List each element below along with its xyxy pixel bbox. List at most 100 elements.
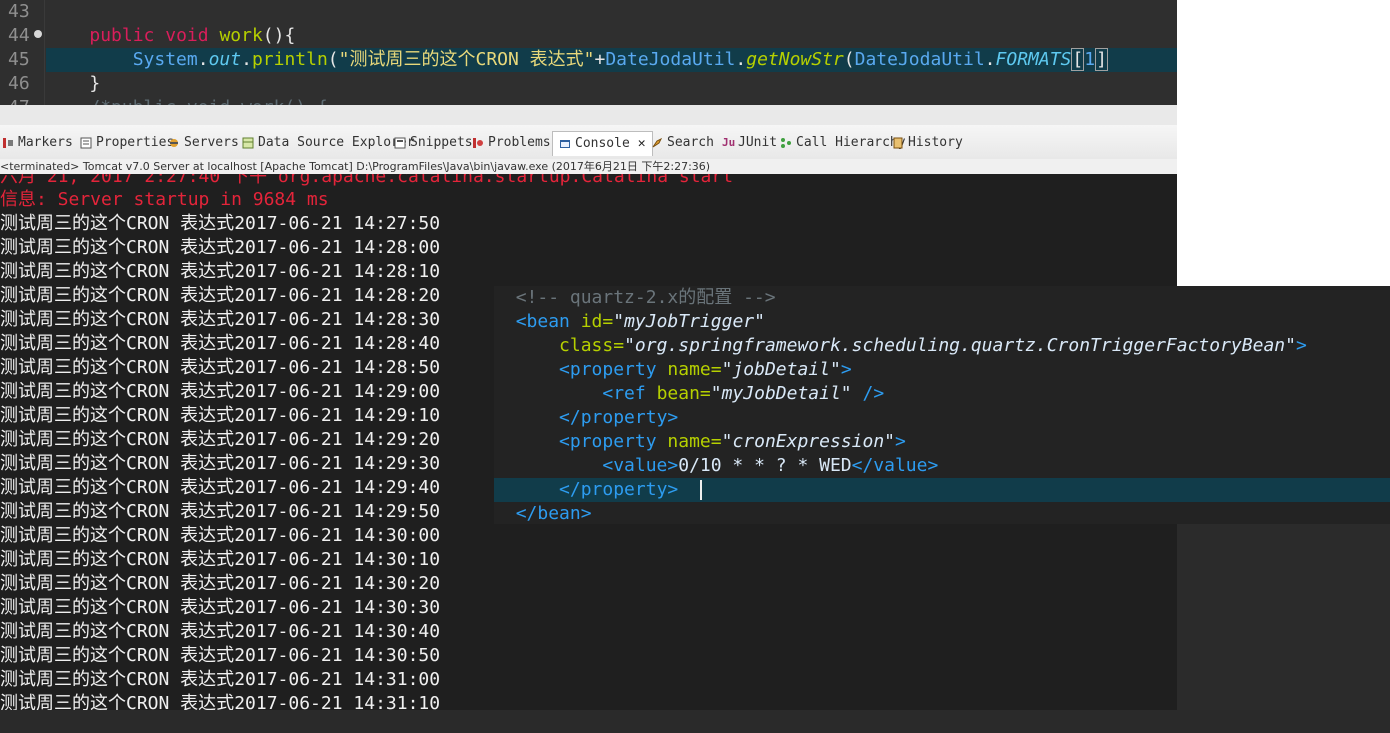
console-line-timestamp: 2017-06-21 14:30:20 — [234, 573, 441, 594]
code-line-47[interactable]: /*public void work() { — [46, 96, 1177, 105]
xml-tag: </property> — [559, 407, 679, 428]
console-line: 测试周三的这个CRON 表达式2017-06-21 14:28:40 — [0, 332, 440, 356]
code-editor[interactable]: 43 44 45 46 47 public void work(){ Syste… — [0, 0, 1177, 105]
tab-label: Markers — [18, 135, 73, 150]
console-line-timestamp: 2017-06-21 14:28:30 — [234, 309, 441, 330]
code-line-45[interactable]: System.out.println("测试周三的这个CRON 表达式"+Dat… — [46, 48, 1177, 72]
tab-servers[interactable]: Servers — [168, 133, 239, 153]
console-line-timestamp: 2017-06-21 14:29:20 — [234, 429, 441, 450]
xml-line: <bean id="myJobTrigger" — [494, 310, 1390, 334]
xml-line: <property name="jobDetail"> — [494, 358, 1390, 382]
console-line: 测试周三的这个CRON 表达式2017-06-21 14:29:20 — [0, 428, 440, 452]
xml-tag: </property> — [559, 479, 679, 500]
xml-tag: <ref — [602, 383, 646, 404]
view-tabs: Markers Properties Servers Data Source E… — [0, 125, 1177, 160]
cron-expression-value: 0/10 * * ? * WED — [678, 455, 852, 476]
console-line: 六月 21, 2017 2:27:40 下午 org.apache.catali… — [0, 174, 734, 187]
console-line: 测试周三的这个CRON 表达式2017-06-21 14:30:20 — [0, 572, 440, 596]
xml-attr-value: "org.springframework.scheduling.quartz.C… — [624, 335, 1296, 356]
tab-console[interactable]: Console ✕ — [552, 131, 653, 156]
console-line-timestamp: 2017-06-21 14:28:00 — [234, 237, 441, 258]
xml-attr: name= — [667, 431, 722, 452]
editor-bottom-bar — [0, 105, 1177, 125]
line-number: 44 — [8, 25, 30, 46]
console-line: 测试周三的这个CRON 表达式2017-06-21 14:28:10 — [0, 260, 440, 284]
servers-icon — [170, 139, 178, 147]
console-line-timestamp: 2017-06-21 14:28:50 — [234, 357, 441, 378]
code-line-46[interactable]: } — [46, 72, 1177, 96]
console-line: 测试周三的这个CRON 表达式2017-06-21 14:28:50 — [0, 356, 440, 380]
markers-icon — [3, 138, 13, 148]
xml-tag: > — [895, 431, 906, 452]
xml-line: </bean> — [494, 502, 1390, 524]
console-line-timestamp: 2017-06-21 14:30:00 — [234, 525, 441, 546]
console-line-prefix: 测试周三的这个CRON 表达式 — [0, 309, 235, 330]
tab-data-source-explorer[interactable]: Data Source Explorer — [242, 133, 415, 153]
tab-properties[interactable]: Properties — [80, 133, 174, 153]
xml-tag: > — [840, 359, 852, 380]
keyword: public — [89, 25, 155, 46]
tab-snippets[interactable]: Snippets — [394, 133, 473, 153]
method-name: work — [219, 25, 263, 46]
bottom-area — [0, 710, 1390, 733]
console-line-timestamp: 2017-06-21 14:28:20 — [234, 285, 441, 306]
xml-comment: <!-- quartz-2.x的配置 --> — [515, 287, 776, 308]
fold-toggle-icon[interactable] — [34, 30, 42, 38]
console-line-prefix: 测试周三的这个CRON 表达式 — [0, 357, 235, 378]
tab-history[interactable]: History — [892, 133, 963, 153]
punctuation: (){ — [262, 25, 296, 46]
text-cursor — [699, 480, 702, 500]
history-icon — [893, 137, 903, 149]
xml-tag: </bean> — [515, 503, 592, 524]
string-literal: "测试周三的这个CRON 表达式" — [338, 49, 595, 70]
line-number: 43 — [8, 1, 30, 22]
console-line-timestamp: 2017-06-21 14:29:40 — [234, 477, 441, 498]
console-line-timestamp: 2017-06-21 14:28:10 — [234, 261, 441, 282]
console-line: 信息: Server startup in 9684 ms — [0, 189, 329, 210]
field-ref: out — [208, 49, 242, 70]
console-status-line: <terminated> Tomcat v7.0 Server at local… — [0, 159, 1177, 174]
xml-config-snippet[interactable]: <!-- quartz-2.x的配置 --> <bean id="myJobTr… — [494, 286, 1390, 524]
xml-line-current: </property> — [494, 478, 1390, 502]
console-line-timestamp: 2017-06-21 14:27:50 — [234, 213, 441, 234]
xml-attr: name= — [667, 359, 722, 380]
tab-problems[interactable]: Problems — [472, 133, 551, 153]
console-line: 测试周三的这个CRON 表达式2017-06-21 14:29:50 — [0, 500, 440, 524]
code-line-44[interactable]: public void work(){ — [46, 24, 1177, 48]
console-line-timestamp: 2017-06-21 14:31:10 — [234, 693, 441, 710]
console-line: 测试周三的这个CRON 表达式2017-06-21 14:28:20 — [0, 284, 440, 308]
data-source-icon — [242, 137, 254, 149]
tab-label: Properties — [96, 135, 175, 150]
tab-label: Servers — [184, 135, 239, 150]
method-call: println — [251, 49, 328, 70]
xml-attr-value: "myJobTrigger" — [613, 311, 765, 332]
problems-icon — [473, 138, 483, 148]
console-line-prefix: 测试周三的这个CRON 表达式 — [0, 645, 235, 666]
console-line: 测试周三的这个CRON 表达式2017-06-21 14:31:00 — [0, 668, 440, 692]
properties-icon — [80, 137, 92, 149]
console-line: 测试周三的这个CRON 表达式2017-06-21 14:28:30 — [0, 308, 440, 332]
xml-line: <ref bean="myJobDetail" /> — [494, 382, 1390, 406]
tab-junit[interactable]: Ju JUnit — [722, 133, 777, 153]
tab-label: Snippets — [410, 135, 473, 150]
tab-search[interactable]: Search — [651, 133, 714, 153]
console-line-prefix: 测试周三的这个CRON 表达式 — [0, 285, 235, 306]
console-line-prefix: 测试周三的这个CRON 表达式 — [0, 405, 235, 426]
xml-attr-value: "jobDetail" — [721, 359, 841, 380]
xml-attr-value: "myJobDetail" — [710, 383, 852, 404]
console-line-timestamp: 2017-06-21 14:29:10 — [234, 405, 441, 426]
console-line-prefix: 测试周三的这个CRON 表达式 — [0, 525, 235, 546]
console-line-timestamp: 2017-06-21 14:30:30 — [234, 597, 441, 618]
tab-call-hierarchy[interactable]: Call Hierarchy — [780, 133, 906, 153]
junit-icon: Ju — [722, 136, 736, 149]
xml-tag: </value> — [851, 455, 939, 476]
console-line-timestamp: 2017-06-21 14:31:00 — [234, 669, 441, 690]
static-field-ref: FORMATS — [995, 49, 1072, 70]
console-line-prefix: 测试周三的这个CRON 表达式 — [0, 429, 235, 450]
console-line-prefix: 测试周三的这个CRON 表达式 — [0, 501, 235, 522]
tab-markers[interactable]: Markers — [2, 133, 73, 153]
console-line: 测试周三的这个CRON 表达式2017-06-21 14:29:00 — [0, 380, 440, 404]
snippets-icon — [394, 137, 406, 149]
xml-line: <!-- quartz-2.x的配置 --> — [494, 286, 1390, 310]
close-icon[interactable]: ✕ — [638, 134, 646, 154]
